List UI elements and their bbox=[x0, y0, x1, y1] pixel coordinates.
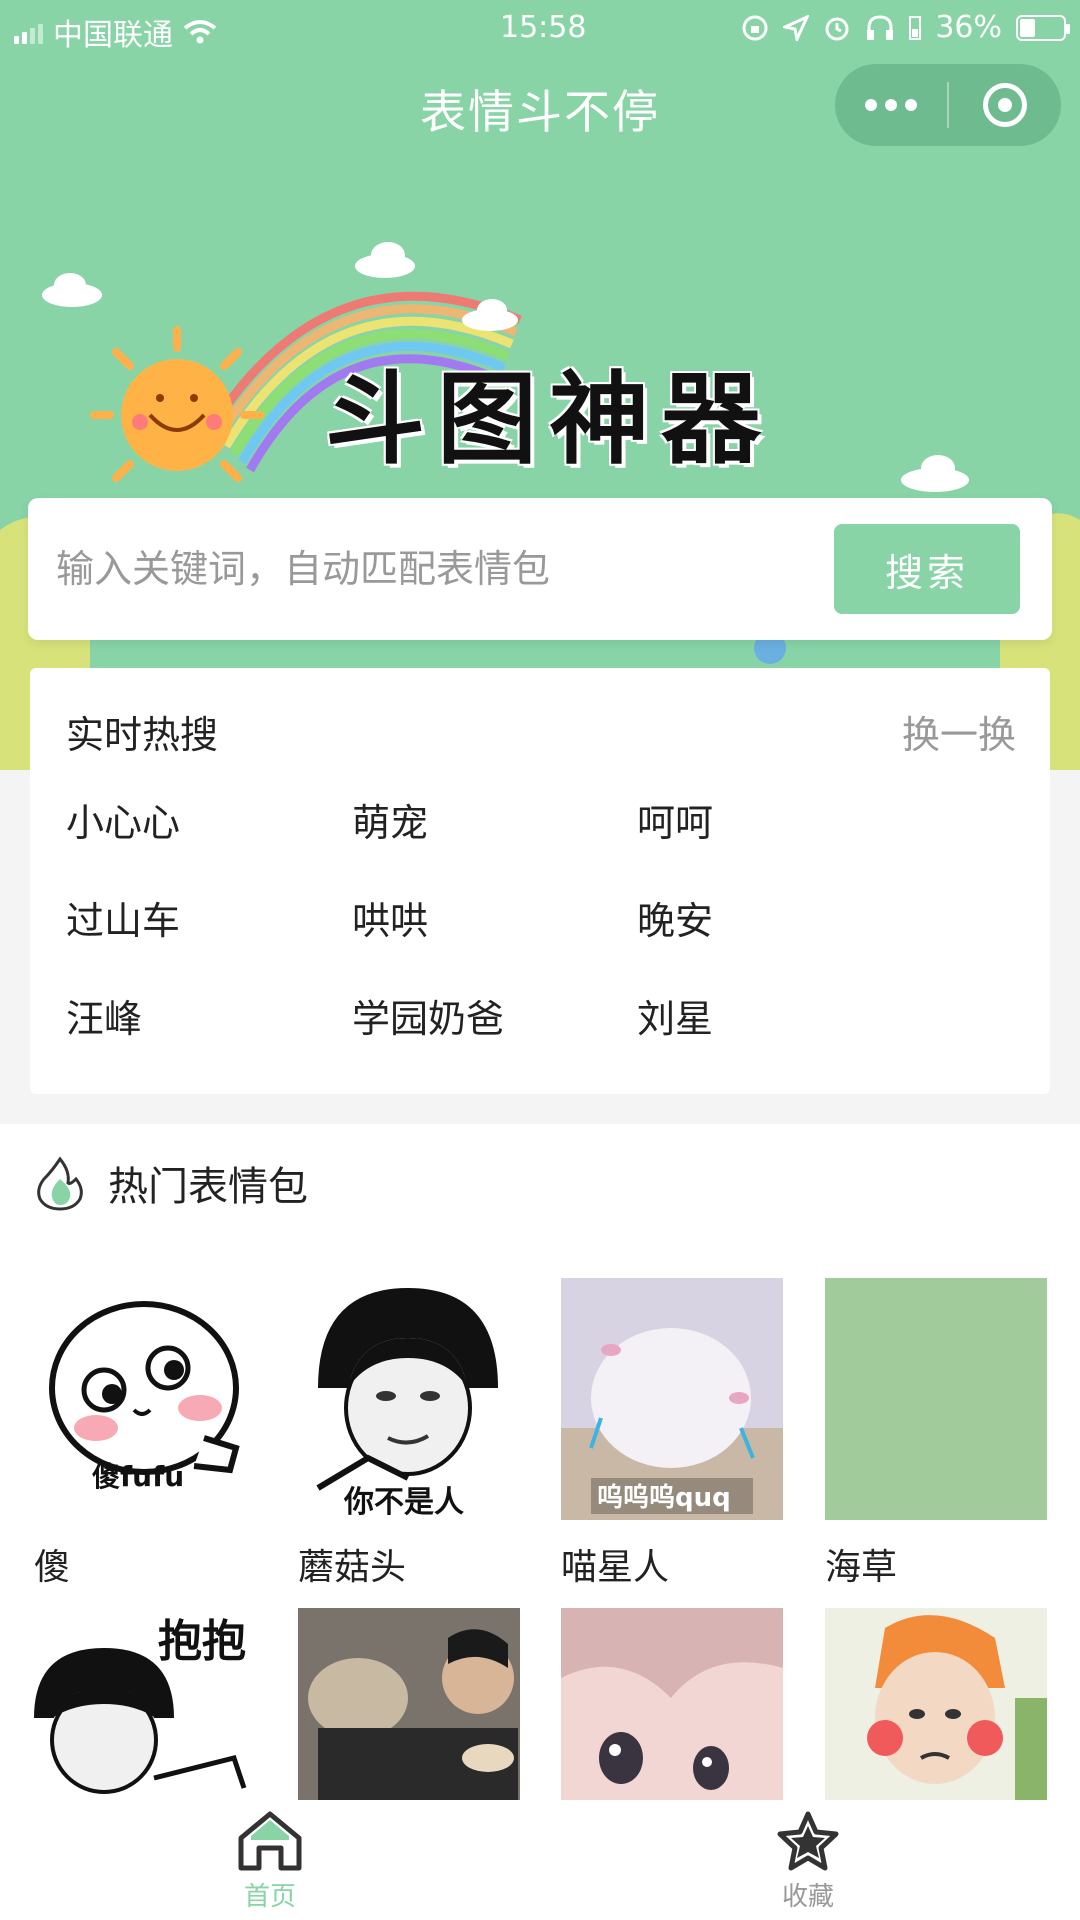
sticker-label: 傻 bbox=[34, 1547, 71, 1588]
tab-bar: 首页 收藏 bbox=[0, 1800, 1080, 1920]
wifi-icon bbox=[183, 20, 217, 44]
sticker-tile[interactable] bbox=[561, 1608, 783, 1800]
tab-home[interactable]: 首页 bbox=[170, 1810, 370, 1920]
battery-icon bbox=[1016, 14, 1070, 41]
headphones-icon bbox=[867, 14, 894, 40]
sticker-image: 呜呜呜quq bbox=[561, 1278, 783, 1520]
hot-search-card: 实时热搜 换一换 小心心 萌宠 呵呵 过山车 哄哄 晚安 汪峰 学园奶爸 刘星 bbox=[30, 668, 1050, 1094]
hot-search-item[interactable]: 哄哄 bbox=[352, 890, 428, 945]
sticker-caption: 你不是人 bbox=[343, 1485, 464, 1520]
home-icon bbox=[238, 1811, 302, 1871]
popular-header: 热门表情包 bbox=[34, 1154, 308, 1212]
sticker-tile[interactable]: 傻fufu bbox=[34, 1278, 256, 1520]
flame-icon bbox=[37, 1156, 83, 1211]
hot-search-item[interactable]: 学园奶爸 bbox=[352, 988, 504, 1043]
sticker-label: 蘑菇头 bbox=[298, 1547, 407, 1588]
sticker-image-placeholder bbox=[825, 1278, 1047, 1520]
hot-search-item[interactable]: 刘星 bbox=[637, 988, 713, 1043]
popular-title: 热门表情包 bbox=[108, 1164, 308, 1210]
search-box: 搜索 bbox=[28, 498, 1052, 640]
location-icon bbox=[783, 14, 810, 41]
battery-fill bbox=[1020, 18, 1035, 37]
battery-percent: 36% bbox=[935, 10, 1002, 45]
header-banner: 中国联通 15:58 36% 表情斗不停 斗图神器 bbox=[0, 0, 1080, 770]
hot-search-item[interactable]: 汪峰 bbox=[66, 988, 142, 1043]
close-program-button[interactable] bbox=[949, 64, 1061, 146]
popular-section: 热门表情包 傻fufu 你不是人 呜呜呜quq 傻 蘑菇头 喵星人 海草 抱抱 bbox=[0, 1124, 1080, 1800]
search-button[interactable]: 搜索 bbox=[834, 524, 1020, 614]
sticker-image bbox=[298, 1608, 520, 1800]
sticker-label: 喵星人 bbox=[561, 1547, 670, 1588]
refresh-button[interactable]: 换一换 bbox=[902, 704, 1016, 759]
tab-favorites[interactable]: 收藏 bbox=[708, 1810, 908, 1920]
sticker-image bbox=[825, 1608, 1047, 1800]
tab-favorites-label: 收藏 bbox=[781, 1882, 834, 1912]
signal-bars-icon bbox=[909, 15, 922, 40]
sticker-tile[interactable]: 抱抱 bbox=[34, 1608, 256, 1800]
sticker-tile[interactable] bbox=[825, 1278, 1047, 1520]
sticker-image: 你不是人 bbox=[316, 1288, 498, 1520]
hot-search-item[interactable]: 晚安 bbox=[637, 890, 713, 945]
carrier-label: 中国联通 bbox=[53, 18, 173, 53]
sticker-caption: 呜呜呜quq bbox=[597, 1483, 731, 1513]
sticker-image: 抱抱 bbox=[34, 1616, 247, 1794]
sticker-tile[interactable]: 你不是人 bbox=[298, 1278, 520, 1520]
hot-search-item[interactable]: 过山车 bbox=[66, 890, 180, 945]
signal-icon bbox=[14, 20, 43, 44]
sticker-image bbox=[561, 1608, 783, 1800]
app-page: 中国联通 15:58 36% 表情斗不停 斗图神器 输入关键词，自动匹配表情包 … bbox=[0, 0, 1080, 1920]
sticker-tile[interactable]: 呜呜呜quq bbox=[561, 1278, 783, 1520]
status-right: 36% bbox=[741, 10, 1070, 45]
target-icon bbox=[983, 83, 1027, 127]
status-left: 中国联通 bbox=[14, 10, 217, 54]
sticker-tile[interactable] bbox=[298, 1608, 520, 1800]
mini-program-capsule bbox=[835, 64, 1061, 146]
sticker-caption: 抱抱 bbox=[158, 1616, 246, 1667]
star-icon bbox=[777, 1811, 839, 1871]
hot-search-title: 实时热搜 bbox=[66, 713, 219, 757]
sticker-image: 傻fufu bbox=[49, 1301, 240, 1493]
hot-search-item[interactable]: 萌宠 bbox=[352, 792, 428, 847]
hot-search-item[interactable]: 小心心 bbox=[66, 792, 180, 847]
status-bar: 中国联通 15:58 36% bbox=[0, 0, 1080, 56]
alarm-icon bbox=[825, 17, 849, 40]
sticker-label: 海草 bbox=[825, 1547, 898, 1588]
search-input[interactable] bbox=[56, 534, 816, 604]
sticker-tile[interactable] bbox=[825, 1608, 1047, 1800]
status-time: 15:58 bbox=[500, 10, 587, 45]
tab-home-label: 首页 bbox=[243, 1882, 296, 1912]
banner-heading: 斗图神器 bbox=[325, 361, 773, 478]
hot-search-item[interactable]: 呵呵 bbox=[637, 792, 713, 847]
more-menu-button[interactable] bbox=[835, 64, 947, 146]
rotation-lock-icon bbox=[742, 15, 768, 40]
sticker-caption: 傻fufu bbox=[92, 1460, 184, 1493]
